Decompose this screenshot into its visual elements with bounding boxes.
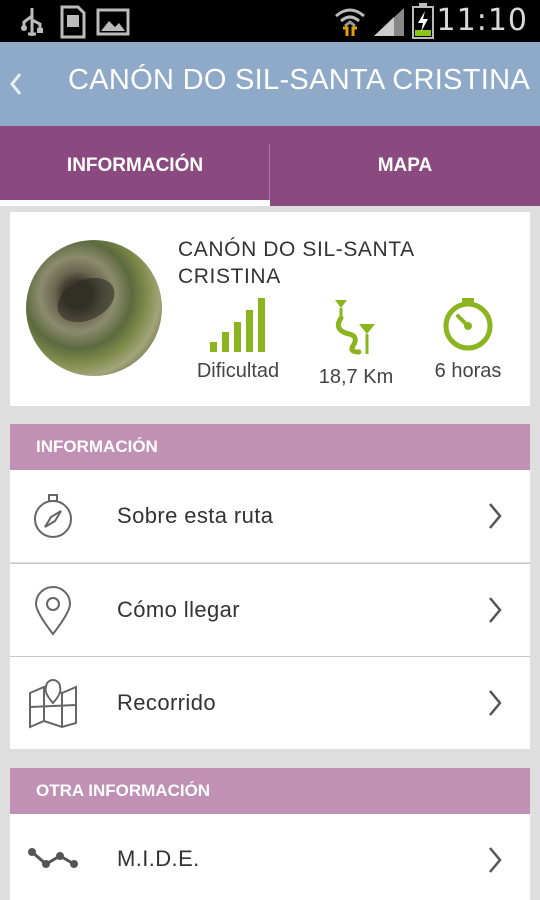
section-header-otra-informacion: OTRA INFORMACIÓN [10, 768, 530, 814]
list-item-mide[interactable]: M.I.D.E. [10, 814, 530, 900]
sd-card-icon [60, 5, 86, 39]
list-item-como-llegar[interactable]: Cómo llegar [10, 564, 530, 656]
tab-selected-indicator [0, 200, 270, 206]
list-item-sobre-esta-ruta[interactable]: Sobre esta ruta [10, 470, 530, 562]
chevron-right-icon [489, 690, 502, 716]
section-header-informacion: INFORMACIÓN [10, 424, 530, 470]
page-title: CANÓN DO SIL-SANTA CRISTINA [68, 64, 530, 96]
battery-charging-icon [412, 3, 434, 39]
map-icon [29, 679, 77, 729]
stat-difficulty: Dificultad [188, 296, 288, 383]
stat-duration: 6 horas [422, 296, 514, 383]
compass-icon [34, 494, 72, 538]
signal-icon [374, 8, 404, 36]
clock: 11:10 [436, 3, 528, 38]
tab-bar: INFORMACIÓN MAPA [0, 126, 540, 206]
route-photo [26, 240, 162, 376]
usb-icon [21, 8, 43, 36]
stopwatch-icon [443, 298, 493, 351]
route-distance-icon [335, 300, 375, 355]
stat-distance-label: 18,7 Km [318, 366, 394, 388]
list-item-label: M.I.D.E. [117, 846, 200, 871]
chevron-left-icon[interactable] [6, 64, 26, 104]
chevron-right-icon [489, 597, 502, 623]
list-item-label: Sobre esta ruta [117, 503, 274, 528]
polyline-icon [28, 848, 78, 868]
list-item-label: Recorrido [117, 690, 216, 715]
difficulty-bars-icon [210, 298, 265, 352]
tab-informacion[interactable]: INFORMACIÓN [0, 126, 270, 206]
list-item-label: Cómo llegar [117, 597, 241, 622]
route-name: CANÓN DO SIL-SANTA CRISTINA [178, 238, 414, 288]
tab-mapa[interactable]: MAPA [270, 126, 540, 206]
list-item-recorrido[interactable]: Recorrido [10, 657, 530, 749]
route-summary-card: CANÓN DO SIL-SANTA CRISTINA Dificultad 1… [10, 212, 530, 406]
chevron-right-icon [489, 847, 502, 873]
location-pin-icon [34, 586, 72, 636]
stat-difficulty-label: Dificultad [196, 360, 280, 382]
stat-duration-label: 6 horas [434, 360, 502, 382]
action-bar: CANÓN DO SIL-SANTA CRISTINA [0, 42, 540, 126]
status-bar: 11:10 [0, 0, 540, 42]
image-icon [96, 8, 130, 36]
wifi-icon [335, 8, 365, 36]
chevron-right-icon [489, 503, 502, 529]
stat-distance: 18,7 Km [310, 296, 402, 389]
